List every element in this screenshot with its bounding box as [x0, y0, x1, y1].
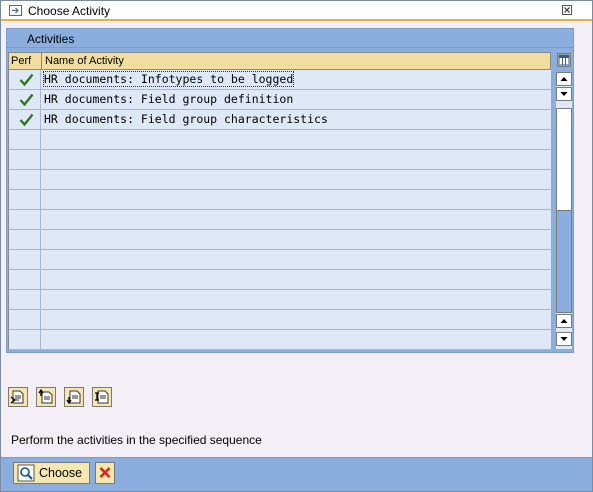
activity-name-cell[interactable] — [42, 310, 550, 329]
checkmark-icon — [19, 73, 34, 86]
table-row[interactable] — [9, 170, 551, 190]
panel-title: Activities — [27, 32, 75, 46]
table-row[interactable] — [9, 190, 551, 210]
table-body: HR documents: Infotypes to be logged HR d… — [8, 70, 551, 350]
perf-cell — [9, 310, 41, 329]
scroll-page-up-button[interactable] — [556, 314, 572, 328]
perf-cell — [9, 170, 41, 189]
activity-name-cell[interactable] — [42, 250, 550, 269]
activity-name: HR documents: Field group definition — [44, 92, 294, 106]
column-header-perf[interactable]: Perf — [9, 53, 42, 69]
activity-name-cell[interactable]: HR documents: Field group definition — [42, 90, 550, 109]
activity-name-cell[interactable] — [42, 230, 550, 249]
table-row[interactable]: HR documents: Infotypes to be logged — [9, 70, 551, 90]
table-row[interactable] — [9, 150, 551, 170]
table-settings-icon — [558, 54, 570, 66]
choose-label: Choose — [39, 466, 83, 480]
table-row[interactable] — [9, 290, 551, 310]
scroll-up-icon — [560, 77, 568, 81]
close-button[interactable] — [562, 5, 572, 15]
table-row[interactable]: HR documents: Field group definition — [9, 90, 551, 110]
detail-icon — [10, 390, 24, 404]
activity-name: HR documents: Field group characteristic… — [44, 112, 328, 126]
perf-cell — [9, 90, 41, 109]
scroll-thumb[interactable] — [556, 211, 572, 313]
cancel-button[interactable] — [95, 462, 115, 484]
table-row[interactable] — [9, 310, 551, 330]
vertical-scrollbar[interactable] — [556, 72, 572, 349]
perf-cell — [9, 230, 41, 249]
table-row[interactable] — [9, 270, 551, 290]
activity-name-cell[interactable]: HR documents: Infotypes to be logged — [42, 70, 550, 89]
scroll-up-icon — [560, 319, 568, 323]
checkmark-icon — [19, 113, 34, 126]
perf-cell — [9, 130, 41, 149]
select-all-icon — [66, 390, 81, 405]
search-icon — [17, 464, 35, 482]
detail-button[interactable] — [8, 387, 28, 407]
activity-name-cell[interactable] — [42, 330, 550, 349]
perf-cell — [9, 110, 41, 129]
select-all-button[interactable] — [64, 387, 84, 407]
activity-name-cell[interactable] — [42, 270, 550, 289]
table-row[interactable] — [9, 250, 551, 270]
activity-name-cell[interactable] — [42, 170, 550, 189]
activities-panel-header: Activities — [6, 28, 574, 48]
window-icon — [9, 5, 22, 16]
deselect-all-button[interactable] — [92, 387, 112, 407]
cancel-icon — [99, 467, 111, 478]
perf-cell — [9, 290, 41, 309]
activity-name-cell[interactable] — [42, 130, 550, 149]
scroll-down-button[interactable] — [556, 87, 572, 101]
select-block-button[interactable] — [36, 387, 56, 407]
table-row[interactable] — [9, 230, 551, 250]
perf-cell — [9, 190, 41, 209]
activity-name-cell[interactable] — [42, 150, 550, 169]
choose-activity-dialog: Choose Activity Activities Perf Name of … — [0, 0, 593, 492]
scroll-page-down-button[interactable] — [556, 332, 572, 346]
table-row[interactable] — [9, 210, 551, 230]
dialog-footer: Choose — [1, 457, 592, 491]
table-row[interactable] — [9, 330, 551, 350]
scroll-up-button[interactable] — [556, 72, 572, 86]
table-settings-button[interactable] — [557, 53, 571, 67]
table-header: Perf Name of Activity — [8, 52, 551, 70]
title-bar: Choose Activity — [1, 1, 592, 21]
scroll-down-icon — [560, 337, 568, 341]
close-icon — [564, 7, 570, 13]
table-row[interactable] — [9, 130, 551, 150]
scroll-track[interactable] — [556, 108, 572, 211]
perf-cell — [9, 330, 41, 349]
instruction-text: Perform the activities in the specified … — [11, 433, 262, 447]
activities-table: Perf Name of Activity HR documents: Info… — [6, 48, 574, 353]
activity-name: HR documents: Infotypes to be logged — [42, 71, 295, 87]
activity-name-cell[interactable] — [42, 190, 550, 209]
perf-cell — [9, 210, 41, 229]
scroll-down-icon — [560, 92, 568, 96]
perf-cell — [9, 270, 41, 289]
activity-name-cell[interactable] — [42, 210, 550, 229]
activity-name-cell[interactable]: HR documents: Field group characteristic… — [42, 110, 550, 129]
select-block-icon — [38, 388, 53, 404]
window-title: Choose Activity — [28, 4, 111, 18]
choose-button[interactable]: Choose — [13, 462, 90, 484]
column-header-name[interactable]: Name of Activity — [42, 53, 550, 69]
checkmark-icon — [19, 93, 34, 106]
perf-cell — [9, 70, 41, 89]
perf-cell — [9, 150, 41, 169]
table-row[interactable]: HR documents: Field group characteristic… — [9, 110, 551, 130]
perf-cell — [9, 250, 41, 269]
deselect-all-icon — [95, 390, 109, 404]
activity-name-cell[interactable] — [42, 290, 550, 309]
